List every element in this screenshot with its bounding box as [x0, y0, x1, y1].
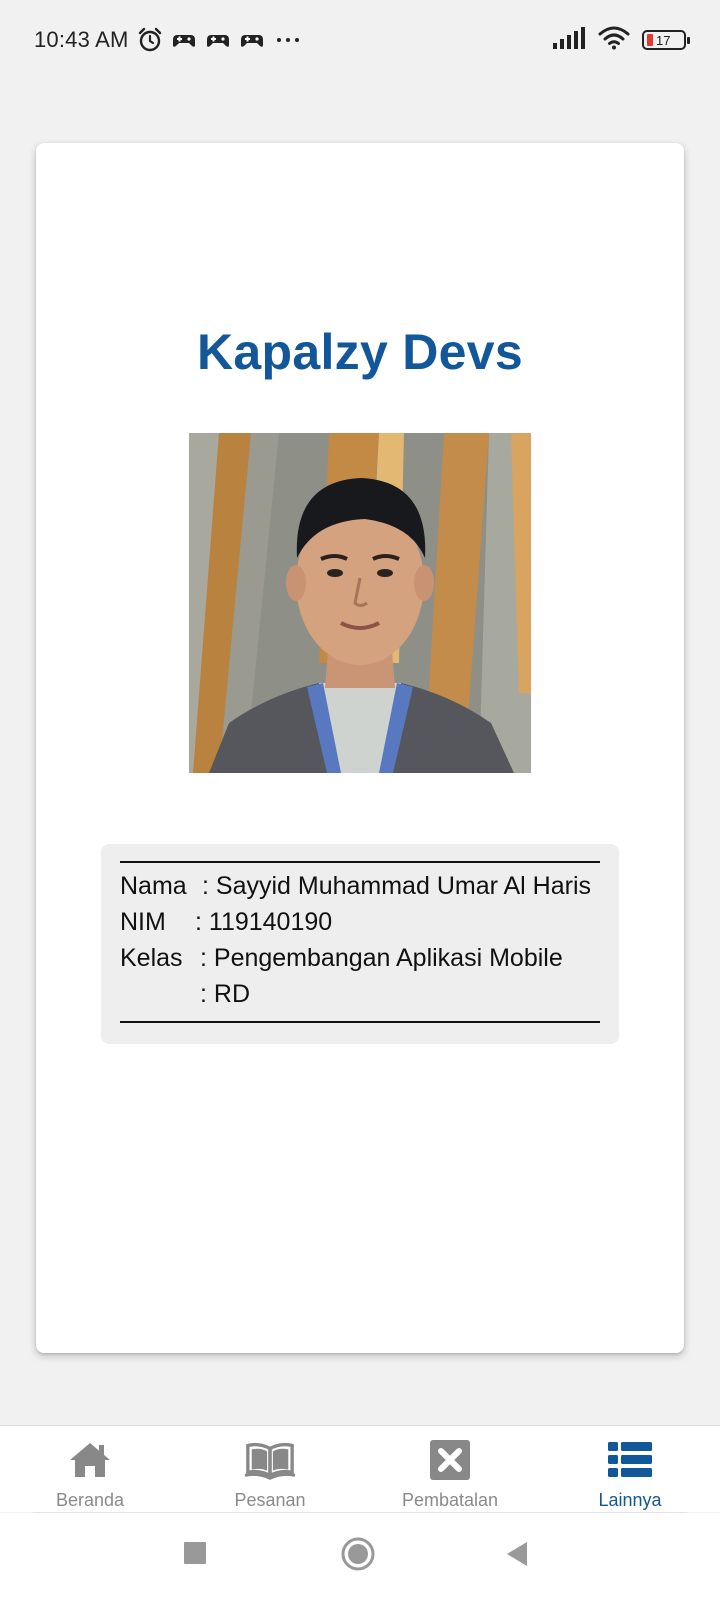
nav-label-beranda: Beranda	[55, 1490, 125, 1510]
system-nav	[0, 1513, 720, 1600]
recents-button[interactable]	[183, 1541, 207, 1570]
nav-item-beranda[interactable]: Beranda	[0, 1426, 180, 1512]
nav-label-pesanan: Pesanan	[234, 1490, 306, 1510]
nim-label: NIM	[120, 908, 166, 936]
info-text: Nama : Sayyid Muhammad Umar Al Haris NIM…	[120, 868, 610, 1012]
info-box: Nama : Sayyid Muhammad Umar Al Haris NIM…	[101, 844, 619, 1044]
cancel-icon	[424, 1438, 476, 1482]
profile-photo	[189, 433, 531, 773]
battery-level: 17	[656, 32, 671, 48]
signal-icon	[552, 26, 586, 55]
book-icon	[244, 1438, 296, 1482]
more-dots-icon	[273, 27, 303, 53]
alarm-icon	[137, 27, 163, 53]
bottom-divider	[120, 1021, 600, 1023]
profile-card: Kapalzy Devs Nama: Sayyid Muhammad Umar…	[36, 143, 684, 1353]
status-left: 10:43 AM	[34, 27, 303, 53]
home-button[interactable]	[341, 1537, 375, 1576]
home-icon	[64, 1438, 116, 1482]
kelas-row: Kelas : Pengembangan Aplikasi Mobile	[120, 940, 610, 976]
screen: 10:43 AM 17 Kapalzy Devs Nama: Sayyid M…	[0, 0, 720, 1600]
nama-label: Nama	[120, 872, 187, 900]
kelas-label: Kelas	[120, 944, 183, 972]
nav-label-lainnya: Lainnya	[598, 1490, 662, 1510]
battery-icon: 17	[642, 30, 690, 50]
status-right: 17	[552, 26, 690, 55]
wifi-icon	[598, 26, 630, 55]
nim-row: NIM : 119140190	[120, 904, 610, 940]
kelas-value-2: : RD	[200, 980, 250, 1008]
kelas-row-2: : RD	[120, 976, 610, 1012]
nav-item-pesanan[interactable]: Pesanan	[180, 1426, 360, 1512]
nama-row: Nama : Sayyid Muhammad Umar Al Haris	[120, 868, 610, 904]
page-title: Kapalzy Devs	[197, 324, 523, 380]
nav-item-lainnya[interactable]: Lainnya	[540, 1426, 720, 1512]
nav-item-pembatalan[interactable]: Pembatalan	[360, 1426, 540, 1512]
game-controller-icon	[239, 27, 265, 53]
game-controller-icon	[171, 27, 197, 53]
top-divider	[120, 861, 600, 863]
list-icon	[604, 1438, 656, 1482]
back-button[interactable]	[505, 1541, 529, 1572]
status-time: 10:43 AM	[34, 27, 129, 52]
nim-value: : 119140190	[195, 908, 333, 936]
battery-fill	[647, 34, 653, 46]
game-controller-icon	[205, 27, 231, 53]
kelas-value: : Pengembangan Aplikasi Mobile	[200, 944, 563, 972]
status-bar: 10:43 AM 17	[0, 0, 720, 80]
nama-value: : Sayyid Muhammad Umar Al Haris	[202, 872, 592, 900]
bottom-nav: Beranda Pesanan Pembatalan Lainnya	[0, 1425, 720, 1512]
nav-label-pembatalan: Pembatalan	[401, 1490, 499, 1510]
